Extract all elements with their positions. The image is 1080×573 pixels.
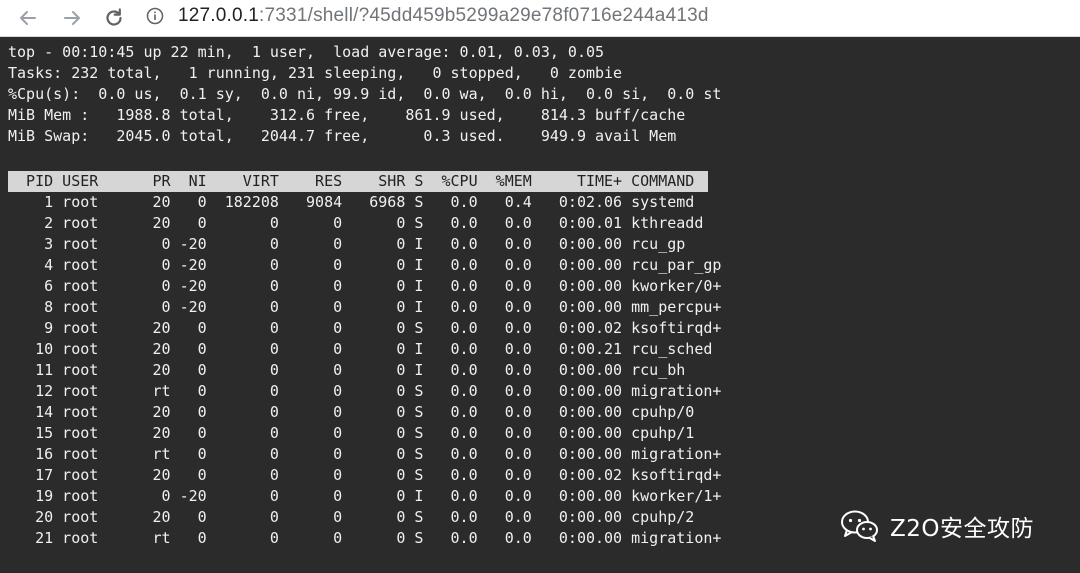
wechat-icon: [841, 510, 878, 542]
process-row: 15 root 20 0 0 0 0 S 0.0 0.0 0:00.00 cpu…: [8, 424, 695, 442]
url-text: 127.0.0.1:7331/shell/?45dd459b5299a29e78…: [178, 5, 709, 27]
process-row: 8 root 0 -20 0 0 0 I 0.0 0.0 0:00.00 mm_…: [8, 298, 722, 316]
watermark: Z2O安全攻防: [840, 508, 1034, 544]
cpu-line: %Cpu(s): 0.0 us, 0.1 sy, 0.0 ni, 99.9 id…: [8, 85, 722, 103]
process-row: 2 root 20 0 0 0 0 S 0.0 0.0 0:00.01 kthr…: [8, 214, 704, 232]
info-icon[interactable]: [146, 7, 164, 25]
terminal-screen[interactable]: top - 00:10:45 up 22 min, 1 user, load a…: [0, 37, 1080, 573]
process-row: 1 root 20 0 182208 9084 6968 S 0.0 0.4 0…: [8, 193, 695, 211]
process-row: 4 root 0 -20 0 0 0 I 0.0 0.0 0:00.00 rcu…: [8, 256, 722, 274]
url-host: 127.0.0.1: [178, 5, 260, 26]
process-row: 11 root 20 0 0 0 0 I 0.0 0.0 0:00.00 rcu…: [8, 361, 686, 379]
process-row: 20 root 20 0 0 0 0 S 0.0 0.0 0:00.00 cpu…: [8, 508, 695, 526]
reload-button[interactable]: [100, 4, 128, 32]
back-button[interactable]: [14, 4, 42, 32]
tasks-line: Tasks: 232 total, 1 running, 231 sleepin…: [8, 64, 623, 82]
browser-toolbar: 127.0.0.1:7331/shell/?45dd459b5299a29e78…: [0, 0, 1080, 37]
process-row: 14 root 20 0 0 0 0 S 0.0 0.0 0:00.00 cpu…: [8, 403, 695, 421]
process-row: 6 root 0 -20 0 0 0 I 0.0 0.0 0:00.00 kwo…: [8, 277, 722, 295]
forward-button[interactable]: [58, 4, 86, 32]
swap-line: MiB Swap: 2045.0 total, 2044.7 free, 0.3…: [8, 127, 677, 145]
top-uptime-line: top - 00:10:45 up 22 min, 1 user, load a…: [8, 43, 605, 61]
process-row: 17 root 20 0 0 0 0 S 0.0 0.0 0:00.02 kso…: [8, 466, 722, 484]
process-row: 16 root rt 0 0 0 0 S 0.0 0.0 0:00.00 mig…: [8, 445, 722, 463]
watermark-text: Z2O安全攻防: [890, 516, 1034, 542]
forward-arrow-icon: [64, 11, 80, 25]
process-row: 19 root 0 -20 0 0 0 I 0.0 0.0 0:00.00 kw…: [8, 487, 722, 505]
process-row: 3 root 0 -20 0 0 0 I 0.0 0.0 0:00.00 rcu…: [8, 235, 686, 253]
process-row: 10 root 20 0 0 0 0 I 0.0 0.0 0:00.21 rcu…: [8, 340, 713, 358]
address-bar[interactable]: 127.0.0.1:7331/shell/?45dd459b5299a29e78…: [146, 1, 1076, 31]
process-row: 21 root rt 0 0 0 0 S 0.0 0.0 0:00.00 mig…: [8, 529, 722, 547]
process-table-header: PID USER PR NI VIRT RES SHR S %CPU %MEM …: [8, 171, 708, 192]
mem-line: MiB Mem : 1988.8 total, 312.6 free, 861.…: [8, 106, 686, 124]
process-row: 9 root 20 0 0 0 0 S 0.0 0.0 0:00.02 ksof…: [8, 319, 722, 337]
reload-icon: [106, 8, 122, 26]
process-row: 12 root rt 0 0 0 0 S 0.0 0.0 0:00.00 mig…: [8, 382, 722, 400]
back-arrow-icon: [20, 11, 36, 25]
url-path: :7331/shell/?45dd459b5299a29e78f0716e244…: [259, 5, 709, 26]
